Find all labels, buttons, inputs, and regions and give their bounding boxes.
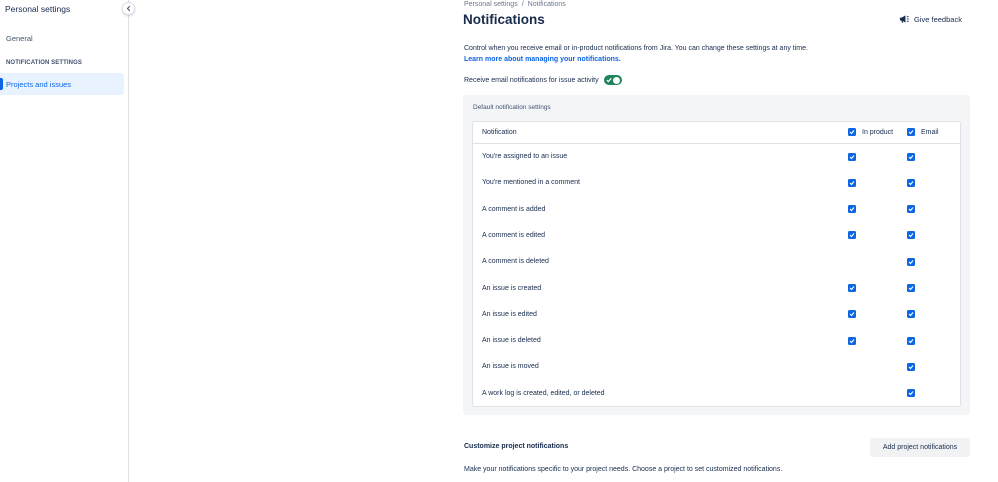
check-icon [849, 207, 855, 212]
breadcrumb-notifications[interactable]: Notifications [528, 1, 566, 8]
email-toggle-row: Receive email notifications for issue ac… [464, 75, 622, 85]
notification-label: An issue is created [482, 284, 542, 292]
check-icon [908, 233, 914, 238]
in-product-checkbox[interactable] [848, 178, 856, 187]
email-checkbox[interactable] [907, 205, 915, 214]
page-description: Control when you receive email or in-pro… [464, 43, 884, 65]
notification-label: You're mentioned in a comment [482, 179, 580, 187]
notification-label: A work log is created, edited, or delete… [482, 389, 605, 397]
sidebar-item-projects-and-issues[interactable]: Projects and issues [0, 73, 124, 95]
in-product-checkbox[interactable] [848, 152, 856, 161]
sidebar-item-general[interactable]: General [6, 34, 33, 43]
check-icon [849, 130, 855, 135]
check-icon [849, 233, 855, 238]
in-product-checkbox[interactable] [848, 336, 856, 345]
sidebar-title: Personal settings [5, 4, 71, 14]
notification-label: You're assigned to an issue [482, 153, 568, 160]
in-product-checkbox[interactable] [848, 231, 856, 240]
email-checkbox[interactable] [907, 152, 915, 161]
collapse-sidebar-button[interactable] [122, 2, 135, 15]
table-row: An issue is deleted [473, 328, 960, 354]
in-product-checkbox[interactable] [848, 310, 856, 319]
notification-label: An issue is edited [482, 310, 537, 318]
add-project-notifications-button[interactable]: Add project notifications [870, 438, 970, 457]
breadcrumb: Personal settings / Notifications [464, 1, 566, 8]
check-icon [606, 77, 612, 83]
email-checkbox[interactable] [907, 257, 915, 266]
table-row: A comment is added [473, 197, 960, 223]
column-header-label: In product [862, 128, 894, 136]
check-icon [908, 130, 914, 135]
notification-label: An issue is moved [482, 363, 539, 371]
description-text: Control when you receive email or in-pro… [464, 45, 808, 52]
email-checkbox[interactable] [907, 389, 915, 398]
learn-more-link[interactable]: Learn more about managing your notificat… [464, 54, 884, 65]
email-checkbox[interactable] [907, 362, 915, 371]
column-header-in-product: In product [848, 128, 893, 136]
column-header-notification: Notification [482, 129, 517, 136]
check-icon [908, 180, 914, 186]
table-row: An issue is created [473, 276, 960, 302]
notification-label: A comment is edited [482, 231, 546, 239]
email-toggle-label: Receive email notifications for issue ac… [464, 76, 599, 84]
in-product-checkbox[interactable] [848, 284, 856, 292]
customize-description: Make your notifications specific to your… [464, 466, 783, 473]
table-row: An issue is edited [473, 302, 960, 328]
check-icon [908, 207, 914, 212]
breadcrumb-separator: / [521, 1, 524, 8]
check-icon [908, 312, 914, 317]
in-product-checkbox[interactable] [848, 205, 856, 214]
megaphone-icon [899, 15, 910, 23]
column-header-email: Email [907, 128, 939, 136]
table-row: A work log is created, edited, or delete… [473, 381, 960, 407]
toggle-knob [613, 76, 621, 84]
email-checkbox[interactable] [907, 336, 915, 345]
email-checkbox[interactable] [907, 231, 915, 240]
active-indicator [0, 78, 3, 90]
default-notification-settings-panel: Default notification settings Notificati… [463, 95, 970, 415]
table-row: A comment is deleted [473, 249, 960, 275]
customize-title: Customize project notifications [464, 443, 569, 450]
notification-label: A comment is added [482, 205, 546, 213]
notification-label: An issue is deleted [482, 337, 541, 345]
check-icon [849, 338, 855, 343]
check-icon [908, 286, 914, 291]
email-checkbox[interactable] [907, 310, 915, 319]
sidebar-section-label: NOTIFICATION SETTINGS [6, 60, 82, 66]
sidebar: Personal settings General NOTIFICATION S… [0, 0, 129, 482]
check-icon [849, 180, 855, 186]
table-header: Notification In product Email [473, 122, 960, 144]
sidebar-item-label: Projects and issues [6, 79, 72, 89]
breadcrumb-personal-settings[interactable]: Personal settings [464, 1, 518, 8]
table-row: You're assigned to an issue [473, 144, 960, 170]
give-feedback-label: Give feedback [914, 14, 962, 24]
select-all-email-checkbox[interactable] [907, 128, 915, 136]
give-feedback-button[interactable]: Give feedback [899, 14, 962, 24]
column-header-label: Email [921, 128, 939, 136]
email-checkbox[interactable] [907, 284, 915, 292]
check-icon [908, 259, 914, 265]
table-row: You're mentioned in a comment [473, 170, 960, 196]
check-icon [908, 154, 914, 159]
check-icon [908, 391, 914, 396]
notification-table: Notification In product Email You're ass… [472, 121, 961, 407]
check-icon [849, 154, 855, 159]
table-row: An issue is moved [473, 354, 960, 380]
page-title: Notifications [463, 12, 545, 27]
email-notifications-toggle[interactable] [603, 75, 622, 85]
check-icon [908, 338, 914, 343]
check-icon [849, 312, 855, 317]
select-all-in-product-checkbox[interactable] [848, 128, 856, 136]
chevron-left-icon [126, 5, 131, 12]
check-icon [849, 286, 855, 291]
check-icon [908, 365, 914, 370]
table-row: A comment is edited [473, 223, 960, 249]
notification-label: A comment is deleted [482, 258, 549, 266]
email-checkbox[interactable] [907, 178, 915, 187]
panel-title: Default notification settings [473, 104, 551, 111]
